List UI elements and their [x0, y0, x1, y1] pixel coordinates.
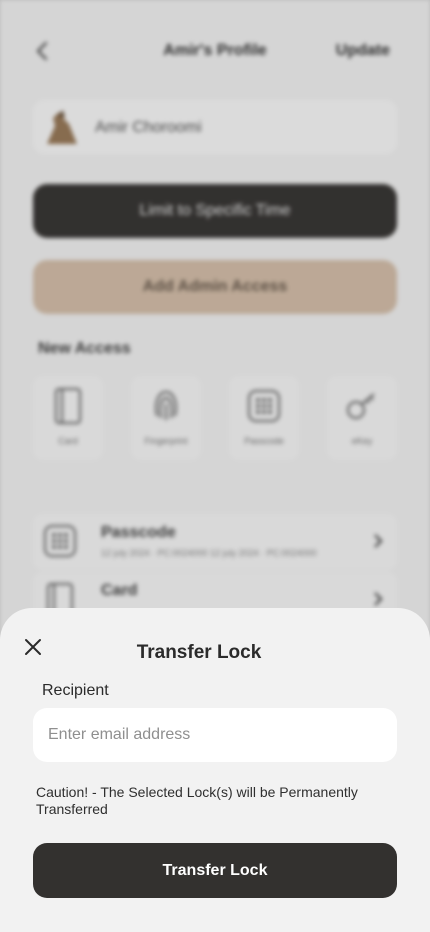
sheet-title: Transfer Lock	[136, 642, 262, 663]
transfer-lock-sheet: Transfer Lock Recipient Caution! - The S…	[0, 608, 430, 932]
transfer-lock-button[interactable]: Transfer Lock	[33, 843, 397, 898]
recipient-label: Recipient	[42, 682, 109, 699]
email-input[interactable]	[33, 708, 397, 762]
caution-text: Caution! - The Selected Lock(s) will be …	[36, 784, 358, 817]
